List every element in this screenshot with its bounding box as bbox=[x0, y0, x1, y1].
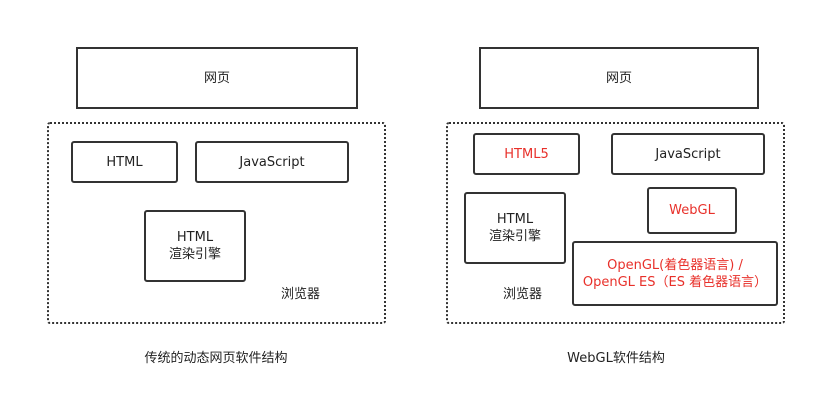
left-render-engine-box: HTML 渲染引擎 bbox=[144, 210, 246, 282]
left-html-box: HTML bbox=[71, 141, 178, 183]
left-javascript-box: JavaScript bbox=[195, 141, 349, 183]
right-javascript-label: JavaScript bbox=[655, 146, 721, 162]
right-webpage-box: 网页 bbox=[479, 47, 759, 109]
left-render-engine-line2: 渲染引擎 bbox=[168, 247, 221, 262]
right-render-engine-box: HTML 渲染引擎 bbox=[464, 192, 566, 264]
left-javascript-label: JavaScript bbox=[239, 154, 305, 170]
right-webpage-label: 网页 bbox=[605, 70, 632, 86]
right-html5-box: HTML5 bbox=[473, 133, 580, 175]
left-webpage-box: 网页 bbox=[76, 47, 358, 109]
right-opengl-box: OpenGL(着色器语言) / OpenGL ES（ES 着色器语言） bbox=[572, 241, 778, 306]
right-render-engine-line2: 渲染引擎 bbox=[488, 229, 541, 244]
right-webgl-box: WebGL bbox=[647, 187, 737, 234]
right-browser-label: 浏览器 bbox=[503, 287, 543, 302]
left-browser-label: 浏览器 bbox=[281, 287, 321, 302]
left-html-label: HTML bbox=[106, 154, 143, 170]
right-javascript-box: JavaScript bbox=[611, 133, 765, 175]
right-webgl-label: WebGL bbox=[669, 203, 715, 218]
left-webpage-label: 网页 bbox=[203, 70, 230, 86]
right-render-engine-line1: HTML bbox=[496, 212, 534, 227]
right-opengl-line2: OpenGL ES（ES 着色器语言） bbox=[582, 274, 768, 290]
right-html5-label: HTML5 bbox=[504, 146, 549, 162]
left-render-engine-line1: HTML bbox=[176, 230, 214, 245]
left-caption: 传统的动态网页软件结构 bbox=[144, 351, 288, 366]
right-opengl-line1: OpenGL(着色器语言) / bbox=[607, 257, 743, 273]
right-caption: WebGL软件结构 bbox=[567, 351, 665, 366]
